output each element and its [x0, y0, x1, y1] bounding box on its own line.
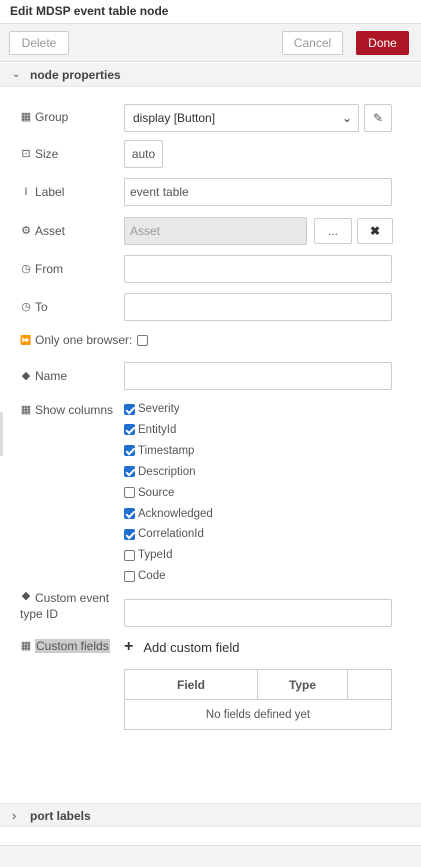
only-one-browser-row: ⏩ Only one browser:	[20, 333, 149, 347]
group-label: ▦ Group	[20, 110, 69, 124]
dialog-titlebar: Edit MDSP event table node	[0, 0, 421, 24]
edit-group-button[interactable]: ✎	[364, 104, 392, 132]
column-option-typeid[interactable]: TypeId	[124, 549, 173, 561]
column-checkbox[interactable]	[124, 445, 135, 457]
column-option-label: Timestamp	[138, 444, 195, 457]
close-icon: ✖	[369, 224, 381, 238]
column-option-severity[interactable]: Severity	[124, 403, 180, 415]
text-cursor-icon: I	[24, 186, 28, 198]
add-custom-field-button[interactable]: + Add custom field	[124, 638, 239, 656]
label-label: I Label	[20, 185, 64, 199]
tag-icon: ◆	[21, 590, 31, 602]
to-input[interactable]	[124, 293, 392, 321]
size-icon: ⊡	[21, 148, 31, 160]
dialog-footer	[0, 845, 421, 867]
column-checkbox[interactable]	[124, 403, 135, 415]
from-label: ◷ From	[21, 262, 63, 276]
column-checkbox[interactable]	[124, 466, 135, 478]
size-label: ⊡ Size	[21, 147, 59, 161]
column-option-acknowledged[interactable]: Acknowledged	[124, 508, 213, 520]
column-checkbox[interactable]	[124, 424, 135, 436]
asset-clear-button[interactable]: ✖	[357, 218, 393, 244]
port-labels-header[interactable]: › port labels	[0, 803, 421, 827]
show-columns-label: ▦ Show columns	[20, 403, 114, 417]
field-column-header: Field	[125, 670, 258, 700]
custom-event-type-label: ◆ Custom event type ID	[20, 590, 110, 621]
column-option-label: Acknowledged	[138, 507, 213, 520]
resize-handle[interactable]	[0, 412, 3, 456]
node-properties-label: node properties	[30, 68, 121, 82]
clock-icon: ◷	[21, 263, 31, 275]
from-input[interactable]	[124, 255, 392, 283]
column-option-label: CorrelationId	[138, 528, 204, 541]
delete-button[interactable]: Delete	[9, 31, 69, 55]
node-properties-header[interactable]: ⌄ node properties	[0, 63, 421, 87]
to-label: ◷ To	[21, 300, 48, 314]
chevron-down-icon: ⌄	[12, 69, 21, 80]
table-icon: ▦	[20, 111, 32, 123]
column-option-label: TypeId	[138, 549, 173, 562]
custom-fields-label: ▦ Custom fields	[20, 639, 110, 653]
custom-fields-table: Field Type No fields defined yet	[124, 669, 392, 730]
dialog-toolbar: Delete Cancel Done	[0, 24, 421, 62]
done-button[interactable]: Done	[356, 31, 409, 55]
column-checkbox[interactable]	[124, 508, 135, 519]
column-checkbox[interactable]	[124, 487, 135, 499]
cancel-button[interactable]: Cancel	[282, 31, 343, 55]
custom-event-type-input[interactable]	[124, 599, 392, 627]
column-option-label: EntityId	[138, 423, 177, 436]
column-option-source[interactable]: Source	[124, 487, 174, 499]
table-icon: ▦	[20, 404, 32, 416]
plus-icon: +	[124, 638, 134, 655]
column-option-description[interactable]: Description	[124, 466, 196, 478]
column-option-label: Code	[138, 570, 166, 583]
asset-input: Asset	[124, 217, 307, 245]
pencil-icon: ✎	[372, 111, 384, 125]
column-option-label: Severity	[138, 403, 180, 415]
column-option-entityid[interactable]: EntityId	[124, 424, 176, 436]
table-icon: ▦	[20, 640, 32, 652]
only-one-browser-checkbox[interactable]	[137, 334, 149, 346]
column-option-label: Description	[138, 465, 196, 478]
type-column-header: Type	[258, 670, 348, 700]
actions-column-header	[348, 670, 391, 700]
tag-icon: ◆	[21, 370, 31, 382]
column-option-timestamp[interactable]: Timestamp	[124, 445, 194, 457]
name-label: ◆ Name	[21, 369, 68, 383]
name-input[interactable]	[124, 362, 392, 390]
empty-table-message: No fields defined yet	[205, 709, 311, 721]
size-button[interactable]: auto	[124, 140, 163, 168]
asset-label: ⚙ Asset	[21, 224, 66, 238]
asset-icon: ⚙	[21, 225, 31, 237]
column-option-code[interactable]: Code	[124, 570, 166, 582]
clock-icon: ◷	[21, 301, 31, 313]
column-checkbox[interactable]	[124, 570, 135, 582]
dialog-title: Edit MDSP event table node	[10, 4, 169, 18]
chevron-right-icon: ›	[12, 808, 17, 823]
column-option-correlationid[interactable]: CorrelationId	[124, 528, 204, 540]
chevron-down-icon: ⌄	[341, 111, 352, 125]
label-input[interactable]: event table	[124, 178, 392, 206]
port-labels-label: port labels	[30, 809, 91, 823]
group-select[interactable]: display [Button] ⌄	[124, 104, 359, 132]
column-option-label: Source	[138, 486, 175, 499]
column-checkbox[interactable]	[124, 528, 135, 540]
forward-icon: ⏩	[20, 335, 32, 345]
column-checkbox[interactable]	[124, 549, 135, 561]
asset-browse-button[interactable]: ...	[314, 218, 352, 244]
